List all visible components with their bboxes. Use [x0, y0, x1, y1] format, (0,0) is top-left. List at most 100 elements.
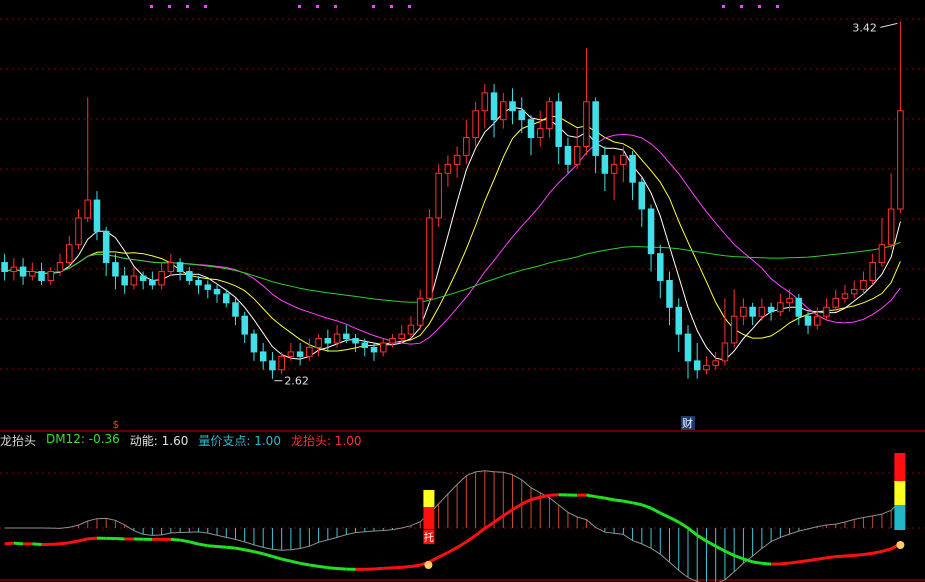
candle	[860, 271, 867, 294]
candle	[10, 258, 18, 281]
candle-body	[306, 346, 313, 357]
dm12-segment	[881, 547, 892, 553]
candle	[444, 155, 452, 187]
candle-body	[176, 262, 184, 273]
dm12-segment	[863, 551, 873, 556]
dm12-segment	[68, 539, 79, 545]
dm12-segment	[207, 544, 218, 549]
candle-body	[657, 253, 664, 281]
candle	[324, 329, 332, 352]
ma20-line	[4, 133, 901, 345]
candle	[721, 298, 729, 366]
candle-body	[102, 230, 110, 264]
candle-body	[1, 262, 8, 273]
stock-chart[interactable]: 托 3.42 2.62 $ 财	[0, 0, 925, 582]
candle-body	[38, 271, 45, 281]
signal-yellow	[894, 481, 906, 505]
candle-body	[222, 293, 230, 304]
dm12-segment	[401, 564, 412, 569]
candle-body	[416, 297, 424, 326]
dm12-segment	[281, 557, 292, 563]
candle	[472, 101, 479, 147]
candle-body	[287, 351, 295, 357]
candle	[564, 137, 572, 174]
candle-body	[352, 338, 359, 344]
candle-body	[370, 346, 378, 353]
candle	[296, 343, 304, 366]
dm12-segment	[733, 554, 744, 561]
dm12-segment	[272, 555, 283, 561]
candle-body	[47, 271, 55, 281]
candle-body	[186, 271, 193, 281]
dm12-segment	[474, 527, 486, 537]
candle-body	[777, 302, 784, 313]
candle-body	[878, 244, 886, 264]
candle-body	[555, 101, 562, 147]
candle	[29, 262, 36, 281]
candle	[610, 155, 618, 201]
candle-body	[398, 333, 405, 340]
dm12-segment	[373, 566, 384, 571]
dm12-segment	[724, 549, 735, 557]
candle-body	[167, 262, 175, 273]
candle-body	[250, 333, 258, 353]
candle	[675, 298, 683, 352]
candle-body	[610, 163, 618, 174]
candle-body	[684, 333, 692, 362]
candle-body	[546, 101, 553, 130]
dm12-segment	[705, 539, 717, 548]
dm12-segment	[235, 546, 245, 552]
candle	[684, 325, 692, 379]
candle	[453, 146, 461, 178]
candle	[841, 284, 849, 303]
candle	[176, 258, 184, 281]
candle-body	[269, 360, 276, 371]
candle	[204, 280, 212, 299]
candle-body	[232, 302, 239, 317]
top-marker-dot	[204, 5, 207, 8]
signal-red	[894, 453, 906, 481]
candle-body	[740, 306, 747, 317]
dm12-segment	[604, 496, 615, 502]
top-marker-dot	[334, 5, 337, 8]
candle-body	[629, 154, 636, 183]
dm12-segment	[530, 495, 541, 502]
candle-body	[823, 306, 830, 317]
dm12-segment	[687, 526, 699, 537]
candle-body	[509, 101, 516, 112]
candle	[481, 83, 489, 129]
dm12-segment	[817, 556, 827, 561]
dm12-segment	[437, 551, 449, 559]
candle	[758, 298, 766, 321]
top-marker-dot	[776, 5, 779, 8]
candle-body	[749, 306, 756, 317]
dm12-segment	[650, 506, 661, 515]
candle-body	[259, 351, 267, 362]
candle	[592, 97, 599, 174]
candle-body	[703, 364, 710, 371]
candle	[407, 316, 415, 339]
candle-body	[204, 284, 212, 290]
candle-body	[213, 288, 221, 295]
candle	[573, 128, 581, 169]
candle	[259, 343, 267, 370]
candle-body	[65, 244, 73, 264]
marker-cai: 财	[682, 416, 693, 430]
candle	[500, 92, 507, 129]
candle	[897, 21, 904, 214]
dm12-segment	[456, 540, 468, 549]
dm12-segment	[318, 564, 329, 570]
osc-envelope	[4, 470, 901, 582]
dm12-segment	[623, 499, 633, 505]
dm12-segment	[595, 495, 606, 500]
candle-body	[887, 208, 895, 246]
dm12-segment	[780, 561, 790, 566]
candle	[620, 146, 627, 183]
dm12-segment	[32, 542, 42, 546]
candle-body	[518, 110, 526, 121]
candle	[850, 280, 858, 299]
candle	[1, 253, 8, 281]
moving-averages	[4, 106, 901, 361]
candle-body	[536, 128, 544, 139]
grid-lines	[0, 18, 925, 581]
